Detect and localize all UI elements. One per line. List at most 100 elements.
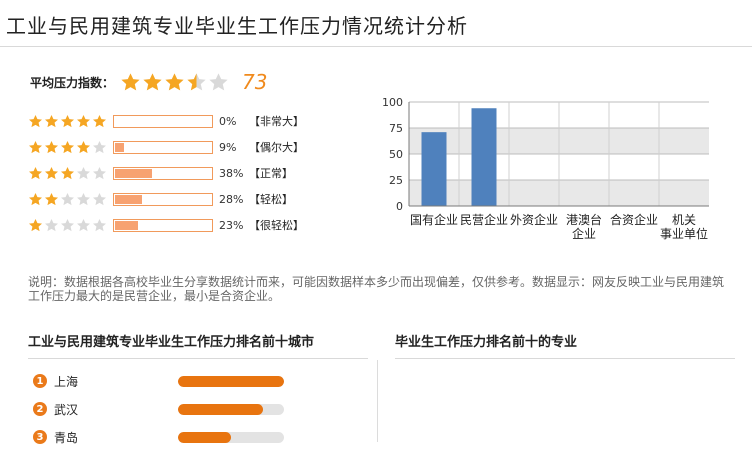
star-icon	[92, 218, 107, 233]
star-icon	[28, 218, 43, 233]
y-tick-label: 100	[382, 96, 403, 109]
star-icon	[28, 192, 43, 207]
star-icon	[60, 114, 75, 129]
rank-badge: 1	[33, 374, 47, 388]
star-icon	[76, 192, 91, 207]
star-icon	[28, 166, 43, 181]
city-ranking-title: 工业与民用建筑专业毕业生工作压力排名前十城市	[28, 331, 368, 359]
star-icon	[76, 218, 91, 233]
city-name: 上海	[54, 374, 79, 389]
city-pressure-bar	[178, 375, 284, 387]
x-tick-label: 国有企业	[410, 212, 458, 227]
rank-badge: 3	[33, 430, 47, 444]
x-tick-label: 机关	[672, 213, 696, 227]
rating-bar	[113, 140, 213, 154]
y-tick-label: 0	[396, 200, 403, 213]
star-icon	[44, 166, 59, 181]
star-icon	[186, 72, 207, 93]
rating-bar-fill	[115, 220, 138, 230]
major-ranking-title: 毕业生工作压力排名前十的专业	[395, 331, 735, 359]
bar-国有企业	[421, 132, 447, 206]
star-icon	[60, 140, 75, 155]
x-tick-label: 民营企业	[460, 212, 508, 227]
x-tick-label: 事业单位	[660, 226, 708, 241]
rating-percent: 9%	[219, 140, 237, 154]
rating-percent: 38%	[219, 166, 244, 180]
section-divider	[377, 360, 378, 442]
star-icon	[92, 166, 107, 181]
rating-bar-fill	[115, 142, 124, 152]
x-tick-label: 合资企业	[610, 212, 658, 227]
rating-stars	[28, 166, 110, 181]
star-icon	[76, 166, 91, 181]
city-pressure-bar	[178, 431, 284, 443]
star-icon	[60, 192, 75, 207]
star-icon	[164, 72, 185, 93]
average-pressure-label: 平均压力指数：	[30, 75, 115, 90]
star-icon	[44, 114, 59, 129]
rating-bar	[113, 166, 213, 180]
star-icon	[44, 218, 59, 233]
rating-stars	[28, 140, 110, 155]
star-icon	[120, 72, 141, 93]
rating-stars	[28, 114, 110, 129]
enterprise-type-bar-chart: 0 25 50 75 100 国有企业 民营企业 外资企业 港澳台 企业 合资企业 机关 事业单位	[376, 92, 716, 252]
rating-bar	[113, 114, 213, 128]
rating-bar-fill	[115, 168, 153, 178]
y-tick-label: 50	[389, 148, 403, 161]
star-icon	[92, 192, 107, 207]
average-pressure-score: 73	[242, 70, 268, 94]
star-icon	[28, 114, 43, 129]
page-title: 工业与民用建筑专业毕业生工作压力情况统计分析	[6, 14, 468, 38]
star-icon	[44, 192, 59, 207]
title-divider	[0, 46, 752, 47]
y-tick-label: 75	[389, 122, 403, 135]
star-icon	[92, 114, 107, 129]
city-ranking-item: 3 青岛	[28, 423, 368, 451]
rating-tag: 【轻松】	[249, 193, 293, 206]
rating-row: 23% 【很轻松】	[28, 212, 304, 238]
star-icon	[142, 72, 163, 93]
rating-percent: 23%	[219, 218, 244, 232]
star-icon	[28, 140, 43, 155]
star-icon	[92, 140, 107, 155]
y-tick-label: 25	[389, 174, 403, 187]
rating-row: 28% 【轻松】	[28, 186, 304, 212]
city-name: 武汉	[54, 402, 79, 417]
average-pressure-row: 平均压力指数： 73	[30, 68, 267, 96]
rating-stars	[28, 218, 110, 233]
rating-tag: 【偶尔大】	[249, 141, 304, 154]
explanation-note: 说明：数据根据各高校毕业生分享数据统计而来，可能因数据样本多少而出现偏差，仅供参…	[28, 275, 725, 303]
city-pressure-bar	[178, 403, 284, 415]
city-name: 青岛	[54, 430, 79, 445]
city-pressure-bar-fill	[178, 431, 231, 443]
star-icon	[76, 114, 91, 129]
city-pressure-bar-fill	[178, 403, 263, 415]
star-icon	[208, 72, 229, 93]
star-icon	[44, 140, 59, 155]
rating-stars	[28, 192, 110, 207]
city-ranking-item: 1 上海	[28, 367, 368, 395]
city-pressure-bar-fill	[178, 375, 284, 387]
bar-民营企业	[471, 108, 497, 206]
rating-tag: 【很轻松】	[249, 219, 304, 232]
rating-tag: 【正常】	[249, 167, 293, 180]
rank-badge: 2	[33, 402, 47, 416]
x-tick-label: 企业	[572, 226, 596, 241]
rating-percent: 28%	[219, 192, 244, 206]
rating-row: 38% 【正常】	[28, 160, 304, 186]
star-icon	[76, 140, 91, 155]
rating-bar	[113, 218, 213, 232]
rating-bar-fill	[115, 194, 143, 204]
x-tick-label: 外资企业	[510, 212, 558, 227]
city-ranking-list: 1 上海 2 武汉 3 青岛	[28, 367, 368, 451]
rating-distribution: 0% 【非常大】 9% 【偶尔大】 38% 【正常】 28% 【轻松】 23% 【很轻松】	[28, 108, 304, 238]
city-ranking-section: 工业与民用建筑专业毕业生工作压力排名前十城市 1 上海 2 武汉 3 青岛	[28, 331, 368, 451]
rating-tag: 【非常大】	[249, 115, 304, 128]
rating-row: 9% 【偶尔大】	[28, 134, 304, 160]
major-ranking-section: 毕业生工作压力排名前十的专业	[395, 331, 735, 359]
bar-chart-svg: 0 25 50 75 100 国有企业 民营企业 外资企业 港澳台企业合资企业 机关事业单位	[382, 96, 709, 241]
rating-row: 0% 【非常大】	[28, 108, 304, 134]
city-ranking-item: 2 武汉	[28, 395, 368, 423]
rating-percent: 0%	[219, 114, 237, 128]
